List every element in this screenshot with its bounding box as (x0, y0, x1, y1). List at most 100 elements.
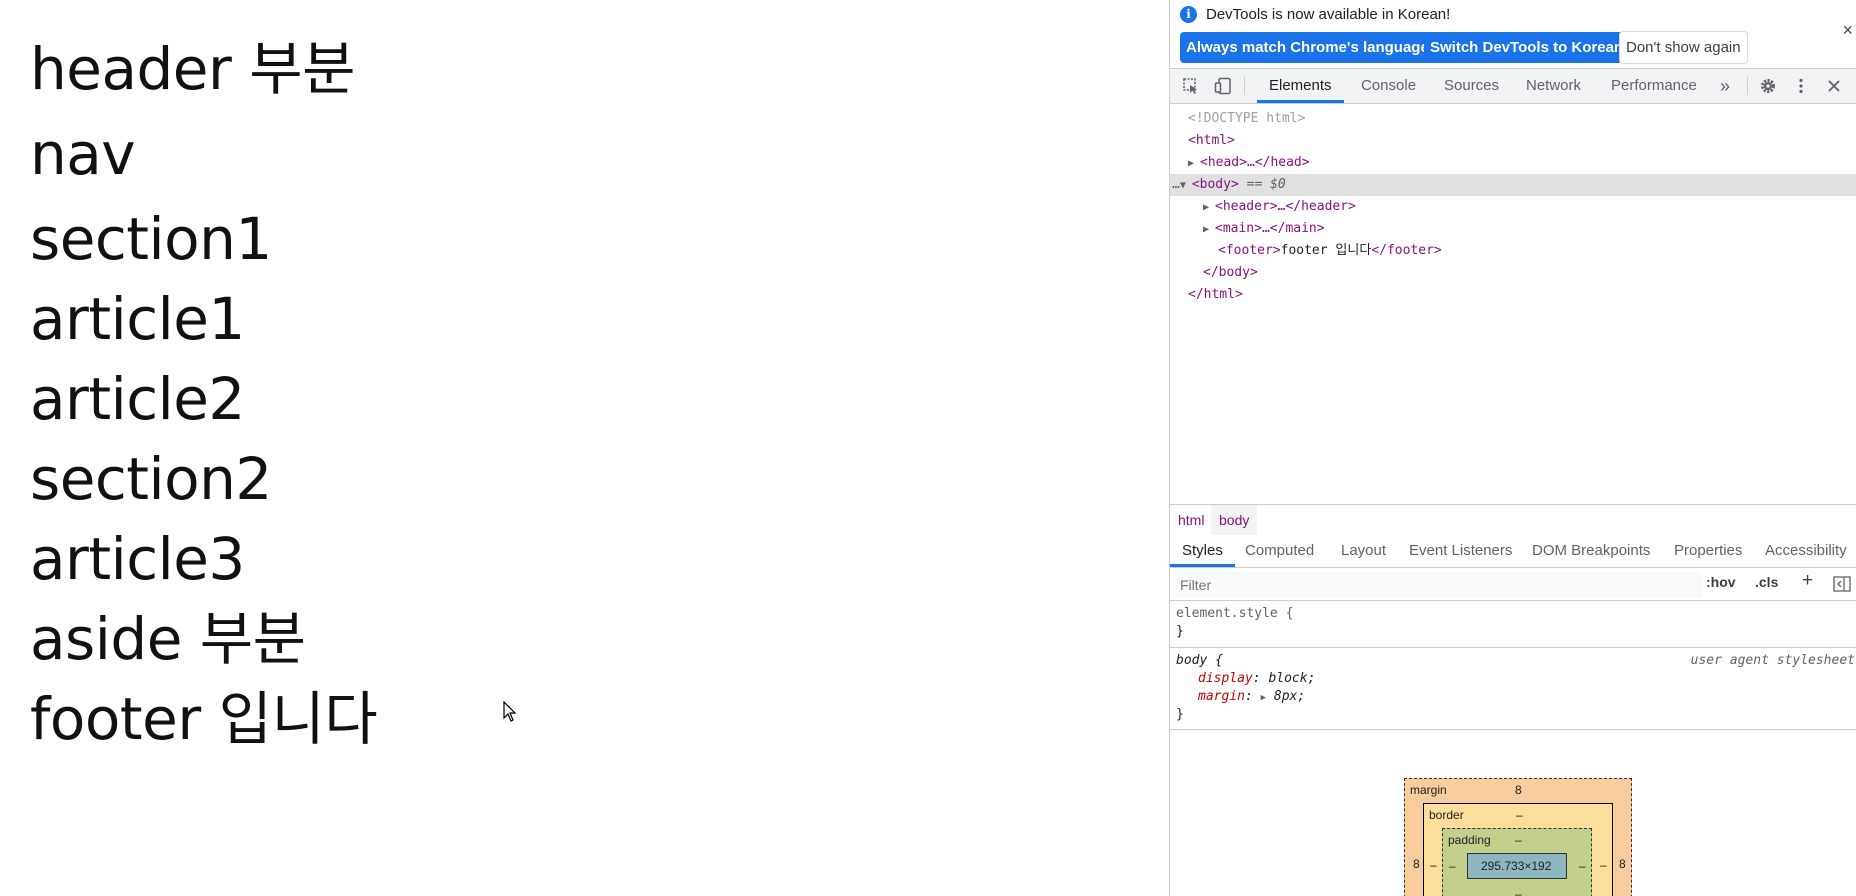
class-toggle-button[interactable]: .cls (1755, 574, 1778, 590)
dom-footer[interactable]: <footer>footer 입니다</footer> (1170, 240, 1856, 262)
more-tabs-icon[interactable]: » (1720, 69, 1730, 103)
devtools-panel: i DevTools is now available in Korean! ×… (1169, 0, 1856, 896)
close-devtools-icon[interactable] (1825, 77, 1843, 95)
rule-source: user agent stylesheet (1690, 653, 1855, 668)
margin-label: margin (1410, 783, 1447, 797)
box-model-margin[interactable]: margin 8 8 8 border – – – padding – – – … (1404, 778, 1632, 896)
footer-text-node: footer 입니다 (1280, 243, 1372, 258)
doctype-text: <!DOCTYPE html> (1188, 111, 1306, 126)
device-toolbar-icon[interactable] (1214, 77, 1232, 95)
dom-main[interactable]: ▶ <main>…</main> (1170, 218, 1856, 240)
html-open-tag: <html> (1188, 133, 1235, 148)
border-left-value: – (1430, 858, 1437, 872)
gear-icon[interactable] (1759, 77, 1777, 95)
expand-triangle-icon[interactable]: ▶ (1261, 693, 1266, 703)
tab-layout[interactable]: Layout (1341, 535, 1386, 567)
body-rule-selector[interactable]: body { (1176, 652, 1223, 670)
padding-bottom-value: – (1515, 887, 1522, 896)
page-viewport: header 부분 nav section1 article1 article2… (0, 0, 1169, 896)
dom-body-close[interactable]: </body> (1170, 262, 1856, 284)
dom-body-selected[interactable]: …▼ <body> == $0 (1170, 174, 1856, 196)
dom-head[interactable]: ▶ <head>…</head> (1170, 152, 1856, 174)
breadcrumb-body[interactable]: body (1211, 505, 1258, 535)
devtools-main-toolbar: Elements Console Sources Network Perform… (1170, 69, 1856, 104)
toolbar-divider (1244, 77, 1245, 95)
box-model-border[interactable]: border – – – padding – – – 295.733×192 – (1423, 803, 1613, 896)
match-language-button[interactable]: Always match Chrome's language (1180, 32, 1435, 63)
dom-tree: <!DOCTYPE html> <html> ▶ <head>…</head> …… (1170, 104, 1856, 504)
expand-triangle-icon[interactable]: ▶ (1170, 197, 1215, 219)
new-style-rule-button[interactable]: + (1802, 570, 1813, 592)
border-top-value: – (1516, 808, 1523, 822)
margin-right-value: 8 (1619, 857, 1626, 871)
infobar-message: DevTools is now available in Korean! (1206, 6, 1451, 23)
rule-close-brace: } (1176, 624, 1184, 639)
header-tag: <header>…</header> (1215, 199, 1356, 214)
expand-triangle-icon[interactable]: ▶ (1170, 153, 1200, 175)
padding-top-value: – (1515, 833, 1522, 847)
toggle-sidebar-icon[interactable] (1833, 576, 1851, 592)
margin-left-value: 8 (1413, 857, 1420, 871)
styles-filter-input[interactable] (1176, 572, 1702, 598)
dont-show-again-button[interactable]: Don't show again (1619, 31, 1748, 64)
body-open-tag: <body> (1191, 177, 1239, 192)
tab-computed[interactable]: Computed (1245, 535, 1314, 567)
hover-state-button[interactable]: :hov (1706, 574, 1736, 590)
dom-doctype[interactable]: <!DOCTYPE html> (1170, 108, 1856, 130)
page-text-section2: section2 (30, 445, 272, 513)
body-close-tag: </body> (1203, 265, 1258, 280)
expand-triangle-icon[interactable]: ▶ (1170, 219, 1215, 241)
styles-subtabs: Styles Computed Layout Event Listeners D… (1170, 535, 1856, 568)
page-text-header: header 부분 (30, 35, 356, 103)
content-size: 295.733×192 (1481, 859, 1552, 873)
padding-left-value: – (1449, 859, 1456, 873)
tab-console[interactable]: Console (1361, 69, 1416, 103)
page-text-article1: article1 (30, 285, 245, 353)
switch-korean-button[interactable]: Switch DevTools to Korean (1424, 32, 1630, 63)
rule-property-margin[interactable]: margin: ▶ 8px; (1198, 688, 1305, 706)
collapse-triangle-icon[interactable]: ▼ (1180, 175, 1192, 197)
property-name: display (1198, 671, 1253, 686)
rule-property-display[interactable]: display: block; (1198, 670, 1315, 688)
breadcrumb: html body (1170, 504, 1856, 536)
border-label: border (1429, 808, 1464, 822)
body-style-rule: body { user agent stylesheet display: bl… (1170, 648, 1856, 730)
box-model-content[interactable]: 295.733×192 (1467, 853, 1567, 879)
rule-close-brace: } (1176, 707, 1184, 722)
tab-elements[interactable]: Elements (1257, 69, 1344, 103)
html-close-tag: </html> (1188, 287, 1243, 302)
tab-network[interactable]: Network (1526, 69, 1581, 103)
padding-right-value: – (1579, 859, 1586, 873)
breadcrumb-html[interactable]: html (1170, 505, 1212, 535)
property-name: margin (1198, 689, 1245, 704)
page-text-aside: aside 부분 (30, 605, 306, 673)
info-icon: i (1180, 6, 1197, 23)
kebab-menu-icon[interactable] (1792, 77, 1810, 95)
tab-accessibility[interactable]: Accessibility (1765, 535, 1847, 567)
tab-styles[interactable]: Styles (1170, 535, 1235, 567)
footer-open-tag: <footer> (1218, 243, 1281, 258)
close-icon[interactable]: × (1842, 20, 1853, 41)
tab-performance[interactable]: Performance (1611, 69, 1697, 103)
property-value: 8px; (1273, 689, 1306, 704)
dom-header[interactable]: ▶ <header>…</header> (1170, 196, 1856, 218)
dom-html-open[interactable]: <html> (1170, 130, 1856, 152)
node-actions-icon[interactable]: … (1170, 177, 1180, 192)
page-text-section1: section1 (30, 205, 272, 273)
inspect-element-icon[interactable] (1182, 77, 1200, 95)
tab-properties[interactable]: Properties (1674, 535, 1742, 567)
head-tag: <head>…</head> (1200, 155, 1310, 170)
element-style-rule: element.style { } (1170, 601, 1856, 648)
margin-top-value: 8 (1515, 783, 1522, 797)
property-value: block; (1268, 671, 1316, 686)
tab-dom-breakpoints[interactable]: DOM Breakpoints (1532, 535, 1650, 567)
footer-close-tag: </footer> (1371, 243, 1442, 258)
toolbar-divider (1747, 77, 1748, 95)
tab-event-listeners[interactable]: Event Listeners (1409, 535, 1512, 567)
element-style-selector[interactable]: element.style { (1176, 605, 1293, 623)
box-model-padding[interactable]: padding – – – 295.733×192 – (1442, 828, 1592, 896)
selected-node-marker: == $0 (1246, 177, 1286, 192)
tab-sources[interactable]: Sources (1444, 69, 1499, 103)
main-tag: <main>…</main> (1215, 221, 1325, 236)
dom-html-close[interactable]: </html> (1170, 284, 1856, 306)
